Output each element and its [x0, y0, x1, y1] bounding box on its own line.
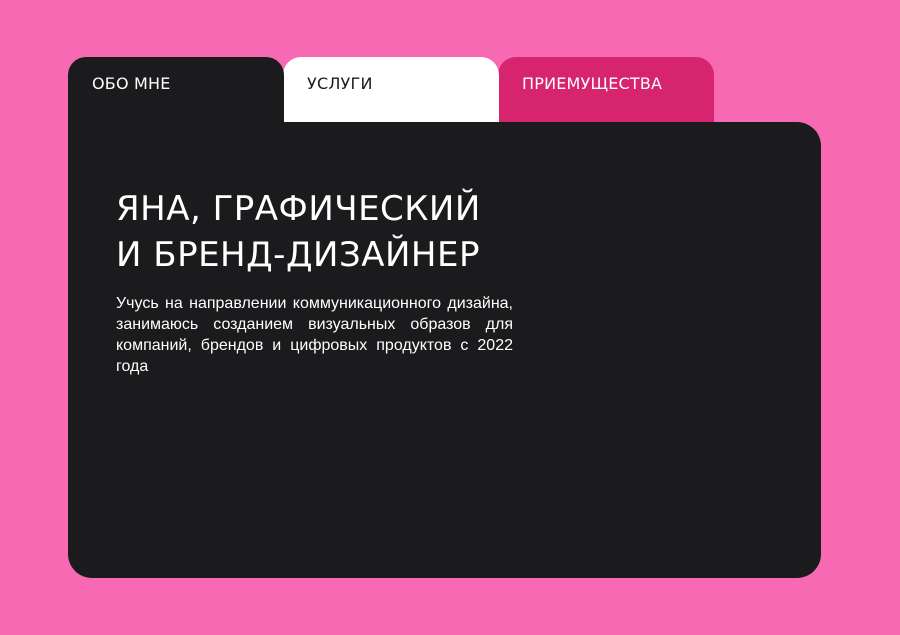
portfolio-page: ОБО МНЕ УСЛУГИ ПРИЕМУЩЕСТВА ЯНА, ГРАФИЧЕ… — [0, 0, 900, 635]
tab-services-label: УСЛУГИ — [307, 74, 373, 93]
about-description: Учусь на направлении коммуникационного д… — [116, 295, 513, 375]
about-panel: ЯНА, ГРАФИЧЕСКИЙ И БРЕНД-ДИЗАЙНЕР Учусь … — [68, 122, 821, 578]
page-title: ЯНА, ГРАФИЧЕСКИЙ И БРЕНД-ДИЗАЙНЕР — [116, 186, 636, 278]
tab-about-me-label: ОБО МНЕ — [92, 74, 171, 93]
title-line-2: И БРЕНД-ДИЗАЙНЕР — [116, 235, 480, 275]
tab-advantages-label: ПРИЕМУЩЕСТВА — [522, 74, 663, 93]
title-line-1: ЯНА, ГРАФИЧЕСКИЙ — [116, 189, 481, 229]
